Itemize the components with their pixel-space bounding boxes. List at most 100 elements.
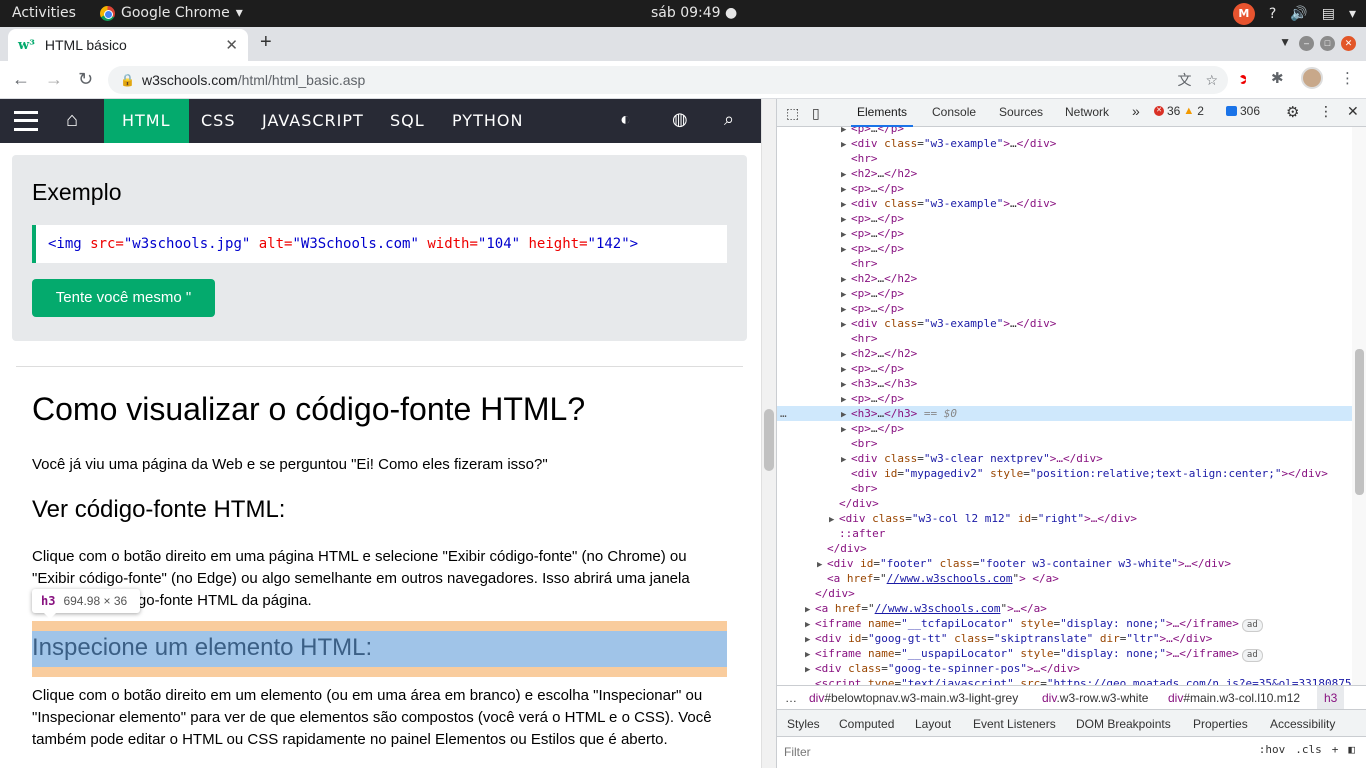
dom-node[interactable]: ▶ <h2>…</h2>: [777, 271, 1352, 286]
clock[interactable]: sáb 09:49 ●: [651, 5, 737, 21]
scrollbar-thumb[interactable]: [764, 409, 774, 471]
nav-item-css[interactable]: CSS: [201, 99, 235, 143]
dom-node[interactable]: ▶ <p>…</p>: [777, 226, 1352, 241]
add-rule-icon[interactable]: +: [1332, 743, 1339, 756]
device-toolbar-icon[interactable]: ▯: [812, 105, 820, 122]
bookmark-star-icon[interactable]: ☆: [1205, 66, 1218, 94]
back-icon[interactable]: ←: [12, 69, 30, 90]
kebab-menu-icon[interactable]: ⋮: [1340, 69, 1355, 87]
tab-properties[interactable]: Properties: [1193, 717, 1248, 731]
inspect-element-icon[interactable]: ⬚: [786, 105, 799, 122]
dom-node[interactable]: <hr>: [777, 151, 1352, 166]
dom-tree[interactable]: ▶ <p>…</p> ▶ <div class="w3-example">…</div…: [777, 127, 1352, 685]
more-tabs-icon[interactable]: »: [1132, 103, 1140, 119]
forward-icon[interactable]: →: [45, 69, 63, 90]
dom-node[interactable]: ▶ <a href="//www.w3schools.com">…</a>: [777, 601, 1352, 616]
dark-mode-icon[interactable]: ◐: [620, 109, 632, 130]
reload-icon[interactable]: ↻: [78, 69, 93, 90]
dom-node[interactable]: <br>: [777, 436, 1352, 451]
lock-icon[interactable]: 🔒: [120, 66, 135, 94]
volume-icon[interactable]: 🔊: [1290, 6, 1307, 22]
minimize-icon[interactable]: –: [1299, 36, 1314, 51]
dom-node[interactable]: ▶ <p>…</p>: [777, 181, 1352, 196]
translate-icon[interactable]: 文: [1177, 66, 1191, 94]
globe-icon[interactable]: ◍: [672, 109, 689, 130]
dom-node[interactable]: ▶ <div class="w3-col l2 m12" id="right">……: [777, 511, 1352, 526]
dom-node[interactable]: ▶ <div id="footer" class="footer w3-conta…: [777, 556, 1352, 571]
new-tab-button[interactable]: +: [260, 31, 272, 54]
dom-node[interactable]: ▶ <h2>…</h2>: [777, 346, 1352, 361]
dom-node[interactable]: ▶ <h2>…</h2>: [777, 166, 1352, 181]
nav-item-python[interactable]: PYTHON: [452, 99, 523, 143]
url-input[interactable]: 🔒 w3schools.com/html/html_basic.asp 文 ☆: [108, 66, 1228, 94]
tab-accessibility[interactable]: Accessibility: [1270, 717, 1335, 731]
tab-network[interactable]: Network: [1065, 105, 1109, 119]
system-tray[interactable]: M ? 🔊 ▤ ▾: [1232, 3, 1356, 25]
nav-item-html[interactable]: HTML: [104, 99, 189, 143]
tab-computed[interactable]: Computed: [839, 717, 894, 731]
scrollbar-thumb[interactable]: [1355, 349, 1364, 495]
dom-node[interactable]: <div id="mypagediv2" style="position:rel…: [777, 466, 1352, 481]
breadcrumb-item[interactable]: div#main.w3-col.l10.m12: [1168, 686, 1300, 709]
close-window-icon[interactable]: ✕: [1341, 36, 1356, 51]
dom-node[interactable]: ▶ <div class="goog-te-spinner-pos">…</div…: [777, 661, 1352, 676]
nav-item-sql[interactable]: SQL: [390, 99, 425, 143]
dom-node[interactable]: ▶ <h3>…</h3>: [777, 376, 1352, 391]
tab-sources[interactable]: Sources: [999, 105, 1043, 119]
dom-node[interactable]: </div>: [777, 541, 1352, 556]
dom-node[interactable]: ▶ <iframe name="__tcfapiLocator" style="d…: [777, 616, 1352, 632]
inspect-heading[interactable]: Inspecione um elemento HTML:: [32, 634, 372, 662]
hover-state-toggle[interactable]: :hov: [1259, 743, 1286, 756]
dom-tree-scrollbar[interactable]: [1352, 127, 1366, 685]
devtools-menu-icon[interactable]: ⋮: [1319, 103, 1333, 120]
dom-node[interactable]: ▶ <div class="w3-example">…</div>: [777, 196, 1352, 211]
dom-node[interactable]: ▶ <div class="w3-clear nextprev">…</div>: [777, 451, 1352, 466]
maximize-icon[interactable]: □: [1320, 36, 1335, 51]
tab-event-listeners[interactable]: Event Listeners: [973, 717, 1056, 731]
browser-tab[interactable]: w³ HTML básico ✕: [8, 29, 248, 61]
dom-node[interactable]: <a href="//www.w3schools.com"> </a>: [777, 571, 1352, 586]
styles-filter-input[interactable]: Filter: [784, 745, 811, 759]
errors-badge[interactable]: ✕ 36 ▲ 2: [1154, 104, 1204, 118]
tab-dom-breakpoints[interactable]: DOM Breakpoints: [1076, 717, 1171, 731]
dom-node[interactable]: ▶ <p>…</p>: [777, 391, 1352, 406]
settings-gear-icon[interactable]: ⚙: [1286, 103, 1299, 121]
dom-node[interactable]: <br>: [777, 481, 1352, 496]
dom-node[interactable]: <script type="text/javascript" src="http…: [777, 676, 1352, 685]
help-icon[interactable]: ?: [1269, 6, 1276, 22]
try-it-yourself-button[interactable]: Tente você mesmo ": [32, 279, 215, 317]
breadcrumb-item[interactable]: div.w3-row.w3-white: [1042, 686, 1148, 709]
dom-node[interactable]: ::after: [777, 526, 1352, 541]
messages-badge[interactable]: 306: [1226, 104, 1260, 118]
dom-node[interactable]: ▶ <iframe name="__uspapiLocator" style="d…: [777, 646, 1352, 662]
close-devtools-icon[interactable]: ✕: [1347, 103, 1359, 120]
page-scrollbar[interactable]: [761, 99, 776, 768]
breadcrumb-item-current[interactable]: h3: [1317, 686, 1345, 709]
extensions-puzzle-icon[interactable]: ✱: [1271, 69, 1284, 87]
tab-elements[interactable]: Elements: [850, 105, 914, 127]
extension-youtube-icon[interactable]: ▶: [1240, 69, 1247, 86]
chevron-down-icon[interactable]: ▾: [1349, 6, 1356, 22]
profile-avatar[interactable]: [1301, 67, 1323, 89]
dom-node[interactable]: <hr>: [777, 331, 1352, 346]
home-icon[interactable]: ⌂: [66, 109, 79, 132]
dom-node[interactable]: </div>: [777, 496, 1352, 511]
breadcrumb-more[interactable]: …: [785, 686, 797, 709]
dom-node[interactable]: <hr>: [777, 256, 1352, 271]
dom-node[interactable]: ▶ <p>…</p>: [777, 421, 1352, 436]
dom-node[interactable]: </div>: [777, 586, 1352, 601]
dom-node[interactable]: ▶ <p>…</p>: [777, 286, 1352, 301]
class-toggle[interactable]: .cls: [1295, 743, 1322, 756]
dom-node[interactable]: ▶ <p>…</p>: [777, 127, 1352, 136]
dom-node[interactable]: ▶ <p>…</p>: [777, 361, 1352, 376]
clipboard-icon[interactable]: ▤: [1322, 6, 1335, 22]
tab-layout[interactable]: Layout: [915, 717, 951, 731]
search-icon[interactable]: ⌕: [724, 109, 735, 130]
tab-console[interactable]: Console: [932, 105, 976, 119]
app-menu[interactable]: Google Chrome ▾: [100, 5, 243, 21]
moats-icon[interactable]: M: [1232, 3, 1255, 25]
dom-node[interactable]: ▶ <div id="goog-gt-tt" class="skiptransla…: [777, 631, 1352, 646]
menu-hamburger-icon[interactable]: [14, 111, 38, 131]
tab-search-icon[interactable]: ▼: [1279, 35, 1291, 49]
close-tab-icon[interactable]: ✕: [225, 36, 238, 54]
